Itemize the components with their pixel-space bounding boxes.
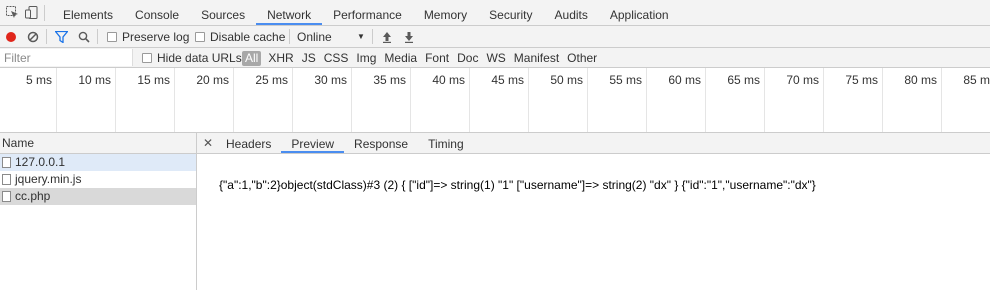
chevron-down-icon[interactable]: ▼ <box>357 26 365 47</box>
hide-data-urls-checkbox[interactable]: Hide data URLs <box>142 48 242 67</box>
filter-type-all[interactable]: All <box>242 50 262 66</box>
preserve-log-checkbox[interactable]: Preserve log <box>107 26 189 47</box>
network-toolbar: Preserve log Disable cache Online ▼ <box>0 26 990 48</box>
timeline-tick-label: 55 ms <box>609 73 642 87</box>
tab-application[interactable]: Application <box>599 0 680 25</box>
timeline-tick-label: 30 ms <box>314 73 347 87</box>
request-row[interactable]: cc.php <box>0 188 196 205</box>
filter-type-ws[interactable]: WS <box>482 51 509 65</box>
import-har-icon[interactable] <box>382 26 392 47</box>
tab-network[interactable]: Network <box>256 0 323 25</box>
document-icon <box>2 191 11 202</box>
detail-tab-list: Headers Preview Response Timing <box>216 133 474 153</box>
tab-sources[interactable]: Sources <box>190 0 256 25</box>
disable-cache-checkbox[interactable]: Disable cache <box>195 26 285 47</box>
response-preview-text: {"a":1,"b":2}object(stdClass)#3 (2) { ["… <box>219 178 816 192</box>
request-name: 127.0.0.1 <box>15 155 66 169</box>
throttling-select[interactable]: Online <box>297 26 332 47</box>
search-icon[interactable] <box>78 26 90 47</box>
timeline-tick-label: 5 ms <box>25 73 52 87</box>
tab-audits[interactable]: Audits <box>544 0 599 25</box>
request-list-header[interactable]: Name <box>0 133 197 154</box>
filter-type-manifest[interactable]: Manifest <box>510 51 563 65</box>
export-har-icon[interactable] <box>404 26 414 47</box>
filter-input[interactable] <box>0 49 133 66</box>
preserve-log-label: Preserve log <box>122 29 190 44</box>
request-name: jquery.min.js <box>15 172 82 186</box>
toolbar-separator <box>97 29 98 44</box>
toolbar-separator <box>46 29 47 44</box>
script-file-icon <box>2 174 11 185</box>
checkbox-box[interactable] <box>107 31 117 42</box>
disable-cache-label: Disable cache <box>210 29 286 44</box>
timeline-tick-label: 60 ms <box>668 73 701 87</box>
toolbar-separator <box>372 29 373 44</box>
filter-type-other[interactable]: Other <box>563 51 601 65</box>
devtools-tabs: Elements Console Sources Network Perform… <box>52 0 680 25</box>
document-icon <box>2 157 11 168</box>
timeline-tick-label: 50 ms <box>550 73 583 87</box>
tab-preview[interactable]: Preview <box>281 133 345 153</box>
checkbox-box[interactable] <box>195 31 205 42</box>
tab-memory[interactable]: Memory <box>413 0 478 25</box>
filter-type-js[interactable]: JS <box>298 51 320 65</box>
filter-icon[interactable] <box>55 26 68 47</box>
resource-type-filters: All XHR JS CSS Img Media Font Doc WS Man… <box>242 49 601 67</box>
inspect-element-icon[interactable] <box>6 6 19 19</box>
filter-type-font[interactable]: Font <box>421 51 453 65</box>
timeline-tick-label: 25 ms <box>255 73 288 87</box>
tab-response[interactable]: Response <box>344 133 418 153</box>
name-column-header: Name <box>2 136 35 150</box>
request-detail-tabs: ✕ Headers Preview Response Timing <box>197 133 990 154</box>
hide-data-urls-label: Hide data URLs <box>157 50 242 65</box>
timeline-tick-label: 85 ms <box>963 73 990 87</box>
request-row[interactable]: 127.0.0.1 <box>0 154 196 171</box>
tab-headers[interactable]: Headers <box>216 133 281 153</box>
throttling-value: Online <box>297 29 332 44</box>
timeline-tick-label: 45 ms <box>491 73 524 87</box>
timeline-overview[interactable]: 5 ms 10 ms 15 ms 20 ms 25 ms 30 ms 35 ms 40 ms 4… <box>0 68 990 133</box>
device-toolbar-icon[interactable] <box>25 6 38 19</box>
timeline-tick-label: 10 ms <box>78 73 111 87</box>
filter-type-xhr[interactable]: XHR <box>264 51 297 65</box>
record-icon[interactable] <box>5 26 17 47</box>
timeline-tick-label: 70 ms <box>786 73 819 87</box>
filter-type-doc[interactable]: Doc <box>453 51 482 65</box>
filter-type-img[interactable]: Img <box>352 51 380 65</box>
tab-elements[interactable]: Elements <box>52 0 124 25</box>
tab-console[interactable]: Console <box>124 0 190 25</box>
request-name: cc.php <box>15 189 51 203</box>
preview-panel: {"a":1,"b":2}object(stdClass)#3 (2) { ["… <box>197 154 990 290</box>
request-row[interactable]: jquery.min.js <box>0 171 196 188</box>
filter-bar: Hide data URLs All XHR JS CSS Img Media … <box>0 48 990 68</box>
toolbar-separator <box>289 29 290 44</box>
timeline-tick-label: 75 ms <box>845 73 878 87</box>
request-list: 127.0.0.1 jquery.min.js cc.php <box>0 154 197 290</box>
timeline-tick-label: 15 ms <box>137 73 170 87</box>
close-icon[interactable]: ✕ <box>203 133 213 153</box>
devtools-tab-bar: Elements Console Sources Network Perform… <box>0 0 990 26</box>
timeline-tick-label: 40 ms <box>432 73 465 87</box>
filter-type-css[interactable]: CSS <box>320 51 353 65</box>
timeline-tick-label: 35 ms <box>373 73 406 87</box>
tab-security[interactable]: Security <box>478 0 543 25</box>
timeline-tick-label: 80 ms <box>904 73 937 87</box>
timeline-tick-label: 65 ms <box>727 73 760 87</box>
checkbox-box[interactable] <box>142 52 152 63</box>
tab-performance[interactable]: Performance <box>322 0 413 25</box>
tab-separator <box>44 5 45 21</box>
tab-timing[interactable]: Timing <box>418 133 474 153</box>
clear-icon[interactable] <box>27 26 39 47</box>
filter-type-media[interactable]: Media <box>380 51 421 65</box>
timeline-tick-label: 20 ms <box>196 73 229 87</box>
